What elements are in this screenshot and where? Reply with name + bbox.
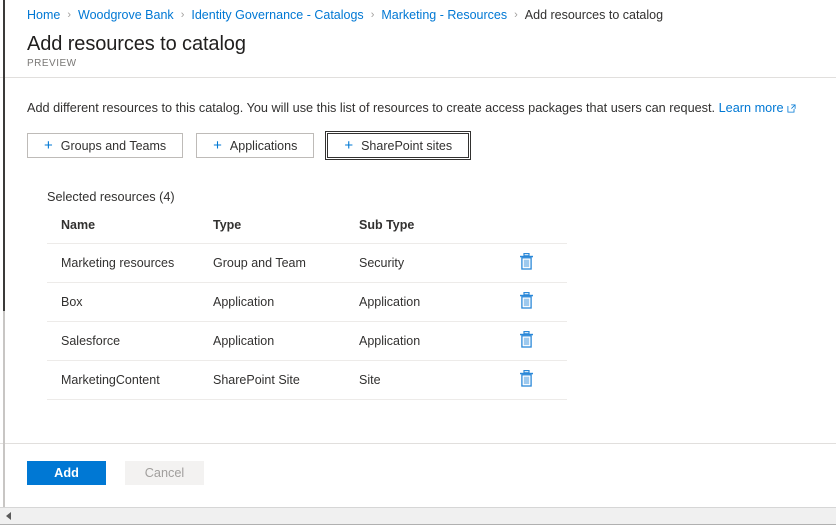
add-applications-button[interactable]: + Applications — [196, 133, 314, 158]
add-sharepoint-sites-button[interactable]: + SharePoint sites — [327, 133, 469, 158]
cell-actions — [493, 322, 567, 361]
scroll-left-arrow-icon[interactable] — [0, 508, 17, 525]
page-title: Add resources to catalog — [27, 31, 836, 57]
cell-type: Application — [199, 283, 345, 322]
delete-resource-button[interactable] — [519, 292, 534, 309]
column-header-name: Name — [47, 218, 199, 244]
intro-description: Add different resources to this catalog.… — [27, 100, 836, 118]
selected-resources-label: Selected resources (4) — [47, 190, 836, 204]
blade-left-edge — [3, 0, 5, 311]
breadcrumb-item-identity-governance-catalogs[interactable]: Identity Governance - Catalogs — [191, 8, 363, 22]
trash-icon — [519, 258, 534, 273]
column-header-sub-type: Sub Type — [345, 218, 493, 244]
add-button[interactable]: Add — [27, 461, 106, 485]
external-link-icon — [787, 101, 796, 118]
learn-more-label: Learn more — [719, 101, 784, 115]
add-groups-and-teams-button[interactable]: + Groups and Teams — [27, 133, 183, 158]
column-header-actions — [493, 218, 567, 244]
cell-sub-type: Site — [345, 361, 493, 400]
breadcrumb: Home › Woodgrove Bank › Identity Governa… — [0, 0, 836, 30]
add-applications-label: Applications — [230, 139, 297, 153]
table-header-row: Name Type Sub Type — [47, 218, 567, 244]
column-header-type: Type — [199, 218, 345, 244]
table-row: Box Application Application — [47, 283, 567, 322]
trash-icon — [519, 297, 534, 312]
breadcrumb-item-current: Add resources to catalog — [525, 8, 663, 22]
trash-icon — [519, 336, 534, 351]
azure-portal-blade: Home › Woodgrove Bank › Identity Governa… — [0, 0, 836, 525]
cell-sub-type: Application — [345, 283, 493, 322]
delete-resource-button[interactable] — [519, 331, 534, 348]
blade-header: Add resources to catalog PREVIEW — [0, 30, 836, 78]
cancel-button[interactable]: Cancel — [125, 461, 204, 485]
delete-resource-button[interactable] — [519, 370, 534, 387]
horizontal-scrollbar[interactable] — [0, 507, 836, 525]
plus-icon: + — [213, 138, 222, 153]
trash-icon — [519, 375, 534, 390]
table-row: Marketing resources Group and Team Secur… — [47, 244, 567, 283]
cell-actions — [493, 361, 567, 400]
add-groups-and-teams-label: Groups and Teams — [61, 139, 166, 153]
blade-footer: Add Cancel — [0, 443, 836, 507]
selected-resources-table: Name Type Sub Type Marketing resources G… — [47, 218, 567, 400]
cell-type: Application — [199, 322, 345, 361]
cell-sub-type: Security — [345, 244, 493, 283]
cell-type: Group and Team — [199, 244, 345, 283]
breadcrumb-separator-icon: › — [514, 9, 518, 21]
intro-text: Add different resources to this catalog.… — [27, 101, 715, 115]
breadcrumb-separator-icon: › — [181, 9, 185, 21]
breadcrumb-item-woodgrove-bank[interactable]: Woodgrove Bank — [78, 8, 174, 22]
cell-name: Marketing resources — [47, 244, 199, 283]
footer-actions: Add Cancel — [27, 461, 836, 485]
delete-resource-button[interactable] — [519, 253, 534, 270]
cell-name: Salesforce — [47, 322, 199, 361]
blade-left-edge-lower — [3, 311, 5, 507]
cell-type: SharePoint Site — [199, 361, 345, 400]
cell-actions — [493, 244, 567, 283]
preview-badge: PREVIEW — [27, 58, 836, 69]
triangle-left-icon — [6, 512, 11, 520]
table-header: Name Type Sub Type — [47, 218, 567, 244]
cell-actions — [493, 283, 567, 322]
cell-sub-type: Application — [345, 322, 493, 361]
cell-name: MarketingContent — [47, 361, 199, 400]
cell-name: Box — [47, 283, 199, 322]
table-body: Marketing resources Group and Team Secur… — [47, 244, 567, 400]
breadcrumb-separator-icon: › — [371, 9, 375, 21]
learn-more-link[interactable]: Learn more — [719, 101, 796, 115]
table-row: Salesforce Application Application — [47, 322, 567, 361]
add-resource-buttons: + Groups and Teams + Applications + Shar… — [27, 133, 836, 158]
blade-body: Add different resources to this catalog.… — [0, 78, 836, 443]
breadcrumb-item-marketing-resources[interactable]: Marketing - Resources — [381, 8, 507, 22]
add-sharepoint-sites-label: SharePoint sites — [361, 139, 452, 153]
plus-icon: + — [344, 138, 353, 153]
table-row: MarketingContent SharePoint Site Site — [47, 361, 567, 400]
plus-icon: + — [44, 138, 53, 153]
breadcrumb-item-home[interactable]: Home — [27, 8, 60, 22]
breadcrumb-separator-icon: › — [67, 9, 71, 21]
